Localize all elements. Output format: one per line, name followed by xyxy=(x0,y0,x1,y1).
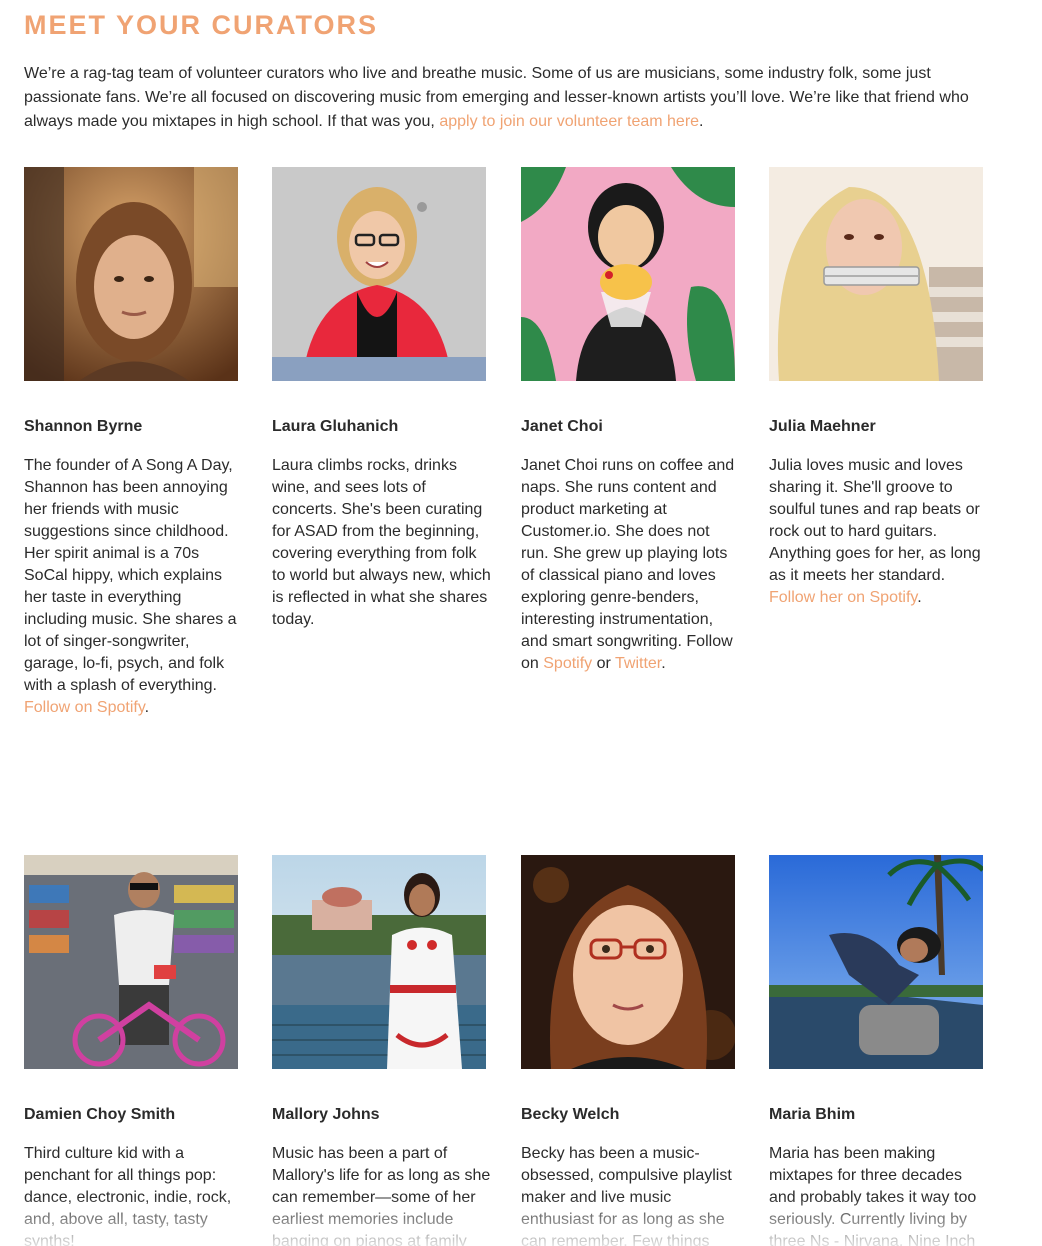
curator-name: Damien Choy Smith xyxy=(24,1106,176,1123)
apply-volunteer-link[interactable]: apply to join our volunteer team here xyxy=(439,113,699,130)
curator-photo xyxy=(769,855,983,1069)
curator-bio: Music has been a part of Mallory's life … xyxy=(272,1145,491,1246)
curator-card-maria-bhim: Maria Bhim Maria has been making mixtape… xyxy=(769,855,989,1246)
curator-card-julia-maehner: Julia Maehner Julia loves music and love… xyxy=(769,167,989,609)
curator-bio-tail: . xyxy=(144,699,150,716)
curator-name: Mallory Johns xyxy=(272,1106,380,1123)
curator-bio: Janet Choi runs on coffee and naps. She … xyxy=(521,455,741,675)
curator-bio: Maria has been making mixtapes for three… xyxy=(769,1145,977,1246)
curator-photo xyxy=(521,167,735,381)
curator-photo xyxy=(24,855,238,1069)
curator-bio: Laura climbs rocks, drinks wine, and see… xyxy=(272,457,491,628)
curator-bio: Third culture kid with a penchant for al… xyxy=(24,1145,232,1246)
curator-card-becky-welch: Becky Welch Becky has been a music-obses… xyxy=(521,855,741,1246)
curator-photo xyxy=(272,855,486,1069)
curator-card-damien-choy-smith: Damien Choy Smith Third culture kid with… xyxy=(24,855,244,1246)
curator-photo xyxy=(272,167,486,381)
curators-page: MEET YOUR CURATORS We’re a rag-tag team … xyxy=(0,0,1042,1246)
curator-photo xyxy=(769,167,983,381)
page-title: MEET YOUR CURATORS xyxy=(24,10,379,40)
twitter-link[interactable]: Twitter xyxy=(615,655,661,672)
curator-card-mallory-johns: Mallory Johns Music has been a part of M… xyxy=(272,855,492,1246)
curator-bio: Julia loves music and loves sharing it. … xyxy=(769,455,989,609)
curator-name: Becky Welch xyxy=(521,1106,620,1123)
curator-card-janet-choi: Janet Choi Janet Choi runs on coffee and… xyxy=(521,167,741,675)
curator-name: Janet Choi xyxy=(521,418,603,435)
curator-bio: The founder of A Song A Day, Shannon has… xyxy=(24,455,244,719)
curator-name: Shannon Byrne xyxy=(24,418,143,435)
intro-tail: . xyxy=(699,113,704,130)
curator-bio-text: The founder of A Song A Day, Shannon has… xyxy=(24,457,237,694)
curator-name: Maria Bhim xyxy=(769,1106,856,1123)
intro-paragraph: We’re a rag-tag team of volunteer curato… xyxy=(24,62,984,134)
curator-card-laura-gluhanich: Laura Gluhanich Laura climbs rocks, drin… xyxy=(272,167,492,631)
curator-name: Julia Maehner xyxy=(769,418,876,435)
curator-photo xyxy=(521,855,735,1069)
curator-bio-mid: or xyxy=(592,655,615,672)
curator-photo xyxy=(24,167,238,381)
spotify-link[interactable]: Spotify xyxy=(543,655,592,672)
follow-on-spotify-link[interactable]: Follow on Spotify xyxy=(24,699,145,716)
follow-her-on-spotify-link[interactable]: Follow her on Spotify xyxy=(769,589,917,606)
curator-bio-tail: . xyxy=(661,655,666,672)
curator-bio-text: Julia loves music and loves sharing it. … xyxy=(769,457,981,584)
curator-bio: Becky has been a music-obsessed, compuls… xyxy=(521,1145,732,1246)
curator-name: Laura Gluhanich xyxy=(272,418,399,435)
curator-bio-text: Janet Choi runs on coffee and naps. She … xyxy=(521,457,735,672)
curator-bio-tail: . xyxy=(917,589,922,606)
curator-card-shannon-byrne: Shannon Byrne The founder of A Song A Da… xyxy=(24,167,244,719)
